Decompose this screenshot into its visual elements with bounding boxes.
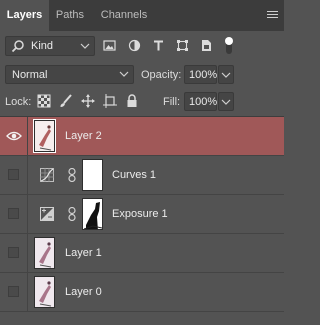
layer-row-exposure-1[interactable]: Exposure 1 — [0, 195, 284, 234]
visibility-toggle[interactable] — [0, 117, 28, 155]
shape-filter-icon[interactable] — [176, 39, 189, 52]
chevron-down-icon — [221, 72, 231, 78]
opacity-field[interactable]: 100% — [184, 65, 217, 84]
tab-channels[interactable]: Channels — [91, 0, 157, 31]
filter-kind-dropdown[interactable]: Kind — [5, 36, 95, 56]
chain-link-icon[interactable] — [68, 207, 76, 221]
opacity-label: Opacity: — [141, 69, 182, 81]
search-icon — [11, 40, 24, 53]
layer-name: Layer 1 — [65, 247, 102, 259]
layer-name: Exposure 1 — [112, 208, 168, 220]
layer-thumbnail — [34, 276, 55, 308]
visibility-toggle[interactable] — [0, 156, 28, 194]
tab-layers[interactable]: Layers — [0, 0, 49, 31]
layer-name: Layer 2 — [65, 130, 102, 142]
lock-artboard-icon[interactable] — [103, 94, 117, 108]
lock-all-icon[interactable] — [125, 94, 139, 108]
type-filter-icon[interactable] — [152, 39, 165, 52]
layer-row-layer-2[interactable]: Layer 2 — [0, 117, 284, 156]
opacity-dropdown-button[interactable] — [218, 65, 234, 84]
fill-value: 100% — [189, 96, 218, 108]
layer-name: Layer 0 — [65, 286, 102, 298]
visibility-toggle[interactable] — [0, 234, 28, 272]
panel-tab-bar: Layers Paths Channels — [0, 0, 284, 31]
lock-row: Lock: Fill: 100% — [0, 88, 284, 117]
adjustment-filter-icon[interactable] — [128, 39, 141, 52]
chevron-down-icon — [119, 71, 129, 77]
hidden-visibility-box[interactable] — [8, 247, 19, 258]
blend-row: Normal Opacity: 100% — [0, 62, 284, 88]
chain-link-icon[interactable] — [68, 168, 76, 182]
layer-thumbnail — [33, 119, 56, 153]
layer-row-layer-0[interactable]: Layer 0 — [0, 273, 284, 312]
eye-icon[interactable] — [6, 130, 22, 142]
opacity-value: 100% — [189, 69, 218, 81]
hidden-visibility-box[interactable] — [8, 286, 19, 297]
smart-object-filter-icon[interactable] — [200, 39, 213, 52]
filter-toggle-icon[interactable] — [223, 36, 235, 55]
hidden-visibility-box[interactable] — [8, 169, 19, 180]
hidden-visibility-box[interactable] — [8, 208, 19, 219]
fill-label: Fill: — [163, 96, 181, 108]
fill-field[interactable]: 100% — [184, 92, 217, 111]
visibility-toggle[interactable] — [0, 195, 28, 233]
chevron-down-icon — [80, 43, 90, 49]
layer-filter-row: Kind — [0, 31, 284, 62]
filter-kind-label: Kind — [31, 40, 54, 52]
curves-adjustment-icon — [40, 168, 54, 182]
blend-mode-dropdown[interactable]: Normal — [5, 65, 134, 84]
layer-row-curves-1[interactable]: Curves 1 — [0, 156, 284, 195]
image-filter-icon[interactable] — [103, 39, 116, 52]
layer-name: Curves 1 — [112, 169, 157, 181]
tab-paths[interactable]: Paths — [49, 0, 91, 31]
exposure-adjustment-icon — [40, 207, 54, 221]
layer-mask-thumbnail — [82, 198, 103, 230]
layer-thumbnail — [34, 237, 55, 269]
chevron-down-icon — [221, 99, 231, 105]
panel-menu-icon[interactable] — [267, 11, 278, 20]
lock-label: Lock: — [5, 96, 32, 108]
layer-row-layer-1[interactable]: Layer 1 — [0, 234, 284, 273]
blend-mode-value: Normal — [12, 69, 48, 81]
layer-mask-thumbnail — [82, 159, 103, 191]
lock-image-pixels-icon[interactable] — [59, 94, 73, 108]
lock-position-icon[interactable] — [81, 94, 95, 108]
fill-dropdown-button[interactable] — [218, 92, 234, 111]
lock-transparent-pixels-icon[interactable] — [37, 94, 51, 108]
visibility-toggle[interactable] — [0, 273, 28, 311]
